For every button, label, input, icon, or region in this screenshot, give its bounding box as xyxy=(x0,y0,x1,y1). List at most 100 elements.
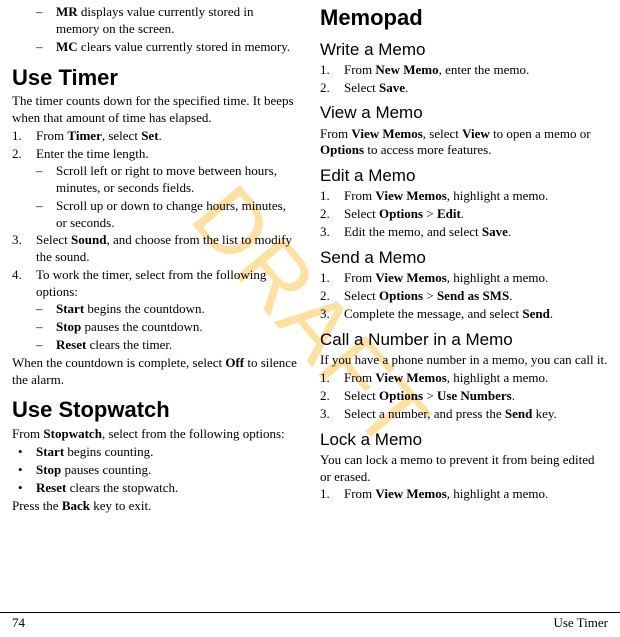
w2-post: . xyxy=(405,80,408,95)
sw-post: , select from the following options: xyxy=(102,426,285,441)
swa-b: Start xyxy=(36,444,64,459)
call-intro: If you have a phone number in a memo, yo… xyxy=(320,352,608,369)
timer-intro: The timer counts down for the specified … xyxy=(12,93,300,127)
t4b-t: pauses the countdown. xyxy=(81,319,202,334)
view-memo-heading: View a Memo xyxy=(320,102,608,124)
timer-end: When the countdown is complete, select O… xyxy=(12,355,300,389)
l1-post: , highlight a memo. xyxy=(447,486,548,501)
view-text: From View Memos, select View to open a m… xyxy=(320,126,608,160)
swe-b: Back xyxy=(62,498,90,513)
swb-t: pauses counting. xyxy=(61,462,151,477)
s1-post: , highlight a memo. xyxy=(447,270,548,285)
s2-mid: > xyxy=(423,288,437,303)
c1-pre: From xyxy=(344,370,375,385)
write-memo-heading: Write a Memo xyxy=(320,39,608,61)
timer-step-3: 3.Select Sound, and choose from the list… xyxy=(12,232,300,266)
call-1: 1.From View Memos, highlight a memo. xyxy=(320,370,608,387)
write-steps: 1.From New Memo, enter the memo. 2.Selec… xyxy=(320,62,608,97)
timer-step-4: 4.To work the timer, select from the fol… xyxy=(12,267,300,353)
memopad-heading: Memopad xyxy=(320,4,608,33)
sw-b: Stopwatch xyxy=(43,426,102,441)
v-b1: View Memos xyxy=(351,126,422,141)
mc-label: MC xyxy=(56,39,78,54)
e3-post: . xyxy=(508,224,511,239)
l1-pre: From xyxy=(344,486,375,501)
sw-stop: Stop pauses counting. xyxy=(12,462,300,479)
t3-b: Sound xyxy=(71,232,106,247)
t4a-b: Start xyxy=(56,301,84,316)
e2-post: . xyxy=(461,206,464,221)
page-footer: 74 Use Timer xyxy=(0,612,620,637)
l1-b: View Memos xyxy=(375,486,446,501)
page-content: MR displays value currently stored in me… xyxy=(0,0,620,608)
mc-item: MC clears value currently stored in memo… xyxy=(36,39,300,56)
edit-3: 3.Edit the memo, and select Save. xyxy=(320,224,608,241)
t4c-b: Reset xyxy=(56,337,86,352)
sw-pre: From xyxy=(12,426,43,441)
swa-t: begins counting. xyxy=(64,444,153,459)
v-b3: Options xyxy=(320,142,364,157)
edit-memo-heading: Edit a Memo xyxy=(320,165,608,187)
c2-b1: Options xyxy=(379,388,423,403)
swe-post: key to exit. xyxy=(90,498,151,513)
c2-post: . xyxy=(512,388,515,403)
t1-mid: , select xyxy=(102,128,141,143)
v-m2: to open a memo or xyxy=(490,126,591,141)
send-memo-heading: Send a Memo xyxy=(320,247,608,269)
s1-b: View Memos xyxy=(375,270,446,285)
swb-b: Stop xyxy=(36,462,61,477)
s3-post: . xyxy=(550,306,553,321)
w2-b: Save xyxy=(379,80,405,95)
e3-b: Save xyxy=(482,224,508,239)
t4b-b: Stop xyxy=(56,319,81,334)
t4c: Reset clears the timer. xyxy=(36,337,300,354)
section-name: Use Timer xyxy=(553,615,608,631)
lock-1: 1.From View Memos, highlight a memo. xyxy=(320,486,608,503)
timer-step-4-sub: Start begins the countdown. Stop pauses … xyxy=(36,301,300,354)
timer-step-1: 1.From Timer, select Set. xyxy=(12,128,300,145)
page-number: 74 xyxy=(12,615,25,631)
write-1: 1.From New Memo, enter the memo. xyxy=(320,62,608,79)
call-2: 2.Select Options > Use Numbers. xyxy=(320,388,608,405)
te-pre: When the countdown is complete, select xyxy=(12,355,225,370)
call-number-heading: Call a Number in a Memo xyxy=(320,329,608,351)
send-1: 1.From View Memos, highlight a memo. xyxy=(320,270,608,287)
timer-step-2: 2.Enter the time length. Scroll left or … xyxy=(12,146,300,231)
lock-memo-heading: Lock a Memo xyxy=(320,429,608,451)
lock-intro: You can lock a memo to prevent it from b… xyxy=(320,452,608,486)
call-3: 3.Select a number, and press the Send ke… xyxy=(320,406,608,423)
send-2: 2.Select Options > Send as SMS. xyxy=(320,288,608,305)
t3-pre: Select xyxy=(36,232,71,247)
timer-step-2-sub: Scroll left or right to move between hou… xyxy=(36,163,300,232)
e2-b2: Edit xyxy=(437,206,461,221)
c2-mid: > xyxy=(423,388,437,403)
e1-pre: From xyxy=(344,188,375,203)
w2-pre: Select xyxy=(344,80,379,95)
edit-steps: 1.From View Memos, highlight a memo. 2.S… xyxy=(320,188,608,241)
sw-reset: Reset clears the stopwatch. xyxy=(12,480,300,497)
s2-b2: Send as SMS xyxy=(437,288,509,303)
write-2: 2.Select Save. xyxy=(320,80,608,97)
e2-pre: Select xyxy=(344,206,379,221)
t1-b2: Set xyxy=(141,128,158,143)
send-steps: 1.From View Memos, highlight a memo. 2.S… xyxy=(320,270,608,323)
mr-label: MR xyxy=(56,4,78,19)
sw-intro: From Stopwatch, select from the followin… xyxy=(12,426,300,443)
t4b: Stop pauses the countdown. xyxy=(36,319,300,336)
swe-pre: Press the xyxy=(12,498,62,513)
sw-end: Press the Back key to exit. xyxy=(12,498,300,515)
c1-post: , highlight a memo. xyxy=(447,370,548,385)
v-pre: From xyxy=(320,126,351,141)
t1-post: . xyxy=(159,128,162,143)
w1-post: , enter the memo. xyxy=(439,62,530,77)
mc-text: clears value currently stored in memory. xyxy=(78,39,291,54)
swc-t: clears the stopwatch. xyxy=(66,480,178,495)
c3-pre: Select a number, and press the xyxy=(344,406,505,421)
s2-b1: Options xyxy=(379,288,423,303)
s3-b: Send xyxy=(522,306,549,321)
t2a: Scroll left or right to move between hou… xyxy=(36,163,300,197)
v-m1: , select xyxy=(423,126,462,141)
t4-text: To work the timer, select from the follo… xyxy=(36,267,266,299)
c1-b: View Memos xyxy=(375,370,446,385)
c3-b: Send xyxy=(505,406,532,421)
